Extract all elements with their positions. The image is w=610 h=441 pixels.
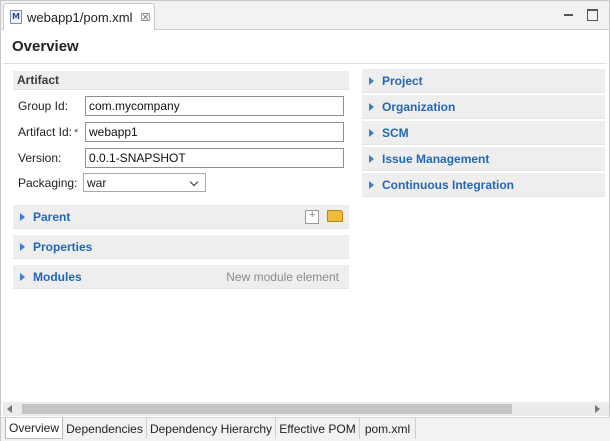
new-module-hint[interactable]: New module element	[226, 270, 339, 284]
editor-tab-pom[interactable]: M webapp1/pom.xml ☒	[3, 3, 155, 30]
organization-section-title[interactable]: Organization	[382, 100, 455, 114]
artifact-id-field[interactable]	[85, 122, 344, 142]
artifact-id-label: Artifact Id: *	[18, 125, 78, 139]
scrollbar-thumb[interactable]	[22, 404, 512, 414]
minimize-icon[interactable]	[562, 8, 576, 22]
editor-tab-bar: M webapp1/pom.xml ☒	[1, 1, 609, 30]
group-id-field[interactable]	[85, 96, 344, 116]
artifact-section-header: Artifact	[13, 71, 349, 90]
expand-arrow-icon[interactable]	[369, 128, 374, 137]
properties-section-title[interactable]: Properties	[33, 240, 92, 254]
project-section-header[interactable]: Project	[362, 69, 605, 93]
modules-section-header[interactable]: Modules New module element	[13, 265, 349, 289]
scroll-right-icon[interactable]	[595, 405, 600, 413]
group-id-label: Group Id:	[18, 99, 69, 113]
required-marker: *	[74, 127, 79, 139]
editor-page-tabs: Overview Dependencies Dependency Hierarc…	[1, 417, 610, 441]
pom-editor: M webapp1/pom.xml ☒ Overview Artifact Gr…	[0, 0, 610, 441]
artifact-id-label-text: Artifact Id:	[18, 125, 73, 139]
expand-arrow-icon[interactable]	[369, 102, 374, 111]
expand-arrow-icon[interactable]	[369, 76, 374, 85]
version-label: Version:	[18, 151, 62, 165]
packaging-label: Packaging:	[18, 176, 78, 190]
new-pom-icon[interactable]	[305, 209, 319, 224]
chevron-down-icon[interactable]	[189, 177, 202, 189]
issue-management-section-header[interactable]: Issue Management	[362, 147, 605, 171]
parent-section-title[interactable]: Parent	[33, 210, 70, 224]
editor-tab-title: webapp1/pom.xml	[27, 9, 133, 25]
horizontal-scrollbar[interactable]	[3, 402, 609, 416]
expand-arrow-icon[interactable]	[20, 242, 25, 251]
expand-arrow-icon[interactable]	[369, 180, 374, 189]
packaging-select[interactable]: war	[83, 173, 206, 192]
tab-dependencies[interactable]: Dependencies	[63, 418, 147, 439]
tab-dependency-hierarchy[interactable]: Dependency Hierarchy	[147, 418, 276, 439]
continuous-integration-section-title[interactable]: Continuous Integration	[382, 178, 514, 192]
version-field[interactable]	[85, 148, 344, 168]
scm-section-header[interactable]: SCM	[362, 121, 605, 145]
expand-arrow-icon[interactable]	[369, 154, 374, 163]
maven-file-icon: M	[10, 10, 22, 24]
continuous-integration-section-header[interactable]: Continuous Integration	[362, 173, 605, 197]
tab-pom-xml[interactable]: pom.xml	[360, 418, 416, 439]
tab-effective-pom[interactable]: Effective POM	[276, 418, 360, 439]
maximize-icon[interactable]	[586, 8, 600, 22]
issue-management-section-title[interactable]: Issue Management	[382, 152, 489, 166]
organization-section-header[interactable]: Organization	[362, 95, 605, 119]
expand-arrow-icon[interactable]	[20, 212, 25, 221]
form-title-separator	[3, 63, 607, 64]
properties-section-header[interactable]: Properties	[13, 235, 349, 259]
open-folder-icon[interactable]	[327, 210, 343, 222]
close-icon[interactable]: ☒	[141, 11, 151, 24]
form-title: Overview	[12, 38, 79, 55]
parent-section-header[interactable]: Parent	[13, 205, 349, 229]
scm-section-title[interactable]: SCM	[382, 126, 409, 140]
packaging-value: war	[87, 175, 107, 190]
modules-section-title[interactable]: Modules	[33, 270, 82, 284]
project-section-title[interactable]: Project	[382, 74, 423, 88]
tab-overview[interactable]: Overview	[5, 418, 63, 439]
expand-arrow-icon[interactable]	[20, 272, 25, 281]
scroll-left-icon[interactable]	[7, 405, 12, 413]
artifact-section-title: Artifact	[17, 73, 60, 87]
